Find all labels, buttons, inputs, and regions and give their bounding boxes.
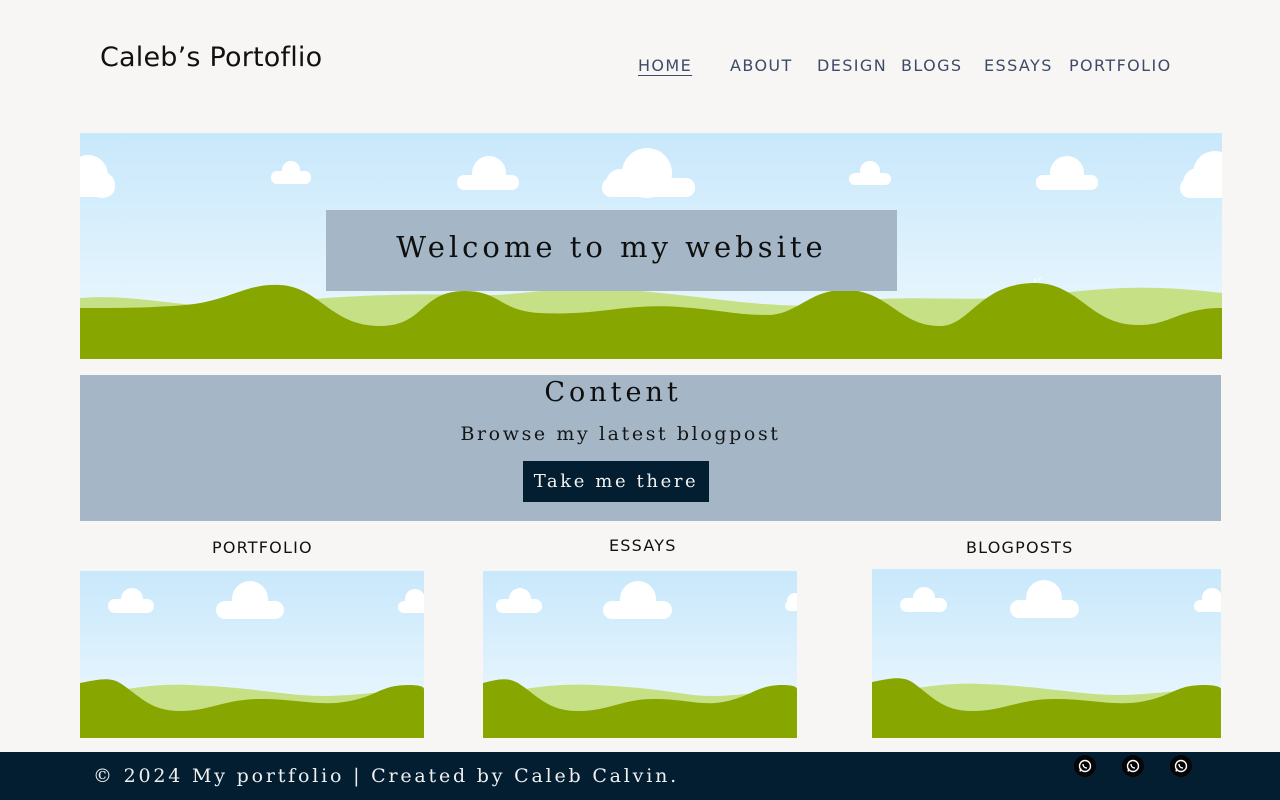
content-section: Content Browse my latest blogpost Take m… — [80, 375, 1221, 521]
nav-item-design[interactable]: DESIGN — [817, 56, 887, 75]
footer-copyright: © 2024 My portfolio | Created by Caleb C… — [93, 765, 679, 787]
main-nav: HOME ABOUT DESIGN BLOGS ESSAYS PORTFOLIO — [0, 56, 1280, 76]
essays-thumbnail[interactable] — [483, 571, 797, 738]
landscape-image — [483, 571, 797, 738]
nav-item-essays[interactable]: ESSAYS — [984, 56, 1053, 75]
landscape-image — [80, 571, 424, 738]
card-label-essays[interactable]: ESSAYS — [609, 536, 677, 555]
whatsapp-glyph — [1126, 759, 1140, 773]
card-label-blogposts[interactable]: BLOGPOSTS — [966, 538, 1073, 557]
nav-item-portfolio[interactable]: PORTFOLIO — [1069, 56, 1172, 75]
welcome-heading: Welcome to my website — [396, 229, 827, 264]
whatsapp-icon[interactable] — [1170, 755, 1192, 777]
nav-item-about[interactable]: ABOUT — [730, 56, 793, 75]
whatsapp-glyph — [1174, 759, 1188, 773]
nav-item-home[interactable]: HOME — [638, 56, 692, 75]
take-me-there-button[interactable]: Take me there — [523, 461, 709, 502]
whatsapp-glyph — [1078, 759, 1092, 773]
whatsapp-icon[interactable] — [1122, 755, 1144, 777]
content-subtitle: Browse my latest blogpost — [460, 423, 781, 445]
welcome-panel: Welcome to my website — [326, 210, 897, 291]
card-label-portfolio[interactable]: PORTFOLIO — [212, 538, 313, 557]
landscape-image — [872, 569, 1221, 738]
nav-item-blogs[interactable]: BLOGS — [901, 56, 962, 75]
whatsapp-icon[interactable] — [1074, 755, 1096, 777]
blogposts-thumbnail[interactable] — [872, 569, 1221, 738]
content-title: Content — [544, 377, 682, 408]
portfolio-thumbnail[interactable] — [80, 571, 424, 738]
